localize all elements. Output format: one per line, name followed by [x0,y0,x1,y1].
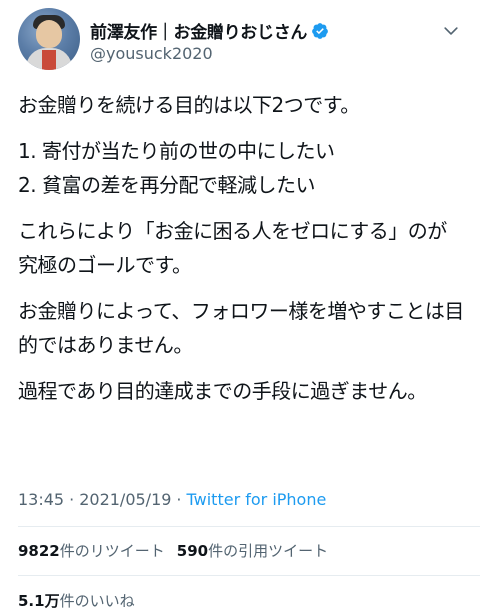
tweet-source[interactable]: Twitter for iPhone [187,490,327,509]
divider [18,575,480,576]
name-row[interactable]: 前澤友作｜お金贈りおじさん [90,18,329,43]
likes-stats-row: 5.1万 件のいいね [18,590,147,611]
user-handle[interactable]: @yousuck2020 [90,44,213,63]
meta-separator: · [176,490,182,509]
tweet-text: お金贈りを続ける目的は以下2つです。 1. 寄付が当たり前の世の中にしたい 2.… [18,88,464,420]
retweet-stats-row: 9822 件のリツイート 590 件の引用ツイート [18,540,340,561]
tweet-date[interactable]: 2021/05/19 [79,490,171,509]
avatar[interactable] [18,8,80,70]
likes-label: 件のいいね [59,592,135,610]
avatar-face [36,20,62,48]
tweet-paragraph: 1. 寄付が当たり前の世の中にしたい 2. 貧富の差を再分配で軽減したい [18,139,335,197]
chevron-down-icon [444,27,458,35]
divider [18,526,480,527]
verified-badge-icon [312,22,328,39]
tweet-paragraph: お金贈りによって、フォロワー様を増やすことは目的ではありません。 [18,299,464,357]
display-name[interactable]: 前澤友作｜お金贈りおじさん [90,18,307,43]
tweet-paragraph: これらにより「お金に困る人をゼロにする」のが究極のゴールです。 [18,219,447,277]
meta-separator: · [69,490,75,509]
tweet-paragraph: お金贈りを続ける目的は以下2つです。 [18,93,360,117]
retweets-stat[interactable]: 9822 件のリツイート [18,540,165,561]
tweet-time[interactable]: 13:45 [18,490,64,509]
quotes-count: 590 [176,542,209,560]
likes-count: 5.1万 [18,592,60,610]
tweet-paragraph: 過程であり目的達成までの手段に過ぎません。 [18,379,427,403]
more-options-icon[interactable] [440,20,462,42]
tweet-header: 前澤友作｜お金贈りおじさん @yousuck2020 [18,8,462,72]
retweets-count: 9822 [18,542,60,560]
tweet-meta: 13:45 · 2021/05/19 · Twitter for iPhone [18,490,326,509]
quotes-stat[interactable]: 590 件の引用ツイート [177,540,328,561]
quotes-label: 件の引用ツイート [208,542,329,560]
retweets-label: 件のリツイート [59,542,165,560]
likes-stat[interactable]: 5.1万 件のいいね [18,590,135,611]
avatar-shirt [42,50,56,70]
